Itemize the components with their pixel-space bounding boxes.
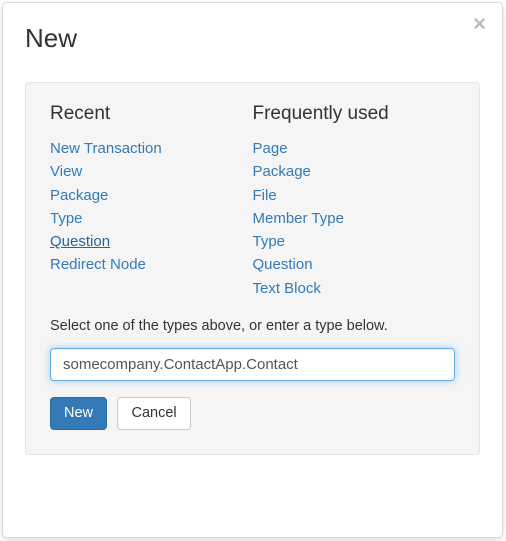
dialog-title: New [25,23,480,54]
dialog-header: New [3,3,502,82]
recent-item-type[interactable]: Type [50,207,83,230]
frequent-list: Page Package File Member Type Type Quest… [253,137,456,300]
frequent-item-question[interactable]: Question [253,253,313,276]
frequent-column: Frequently used Page Package File Member… [253,103,456,300]
frequent-item-member-type[interactable]: Member Type [253,207,344,230]
new-button[interactable]: New [50,397,107,430]
cancel-button[interactable]: Cancel [117,397,190,430]
frequent-item-text-block[interactable]: Text Block [253,277,321,300]
type-input[interactable] [50,348,455,381]
new-dialog: × New Recent New Transaction View Packag… [2,2,503,538]
recent-heading: Recent [50,103,253,125]
recent-item-package[interactable]: Package [50,184,108,207]
frequent-heading: Frequently used [253,103,456,125]
frequent-item-package[interactable]: Package [253,160,311,183]
recent-item-question[interactable]: Question [50,230,110,253]
frequent-item-page[interactable]: Page [253,137,288,160]
instruction-text: Select one of the types above, or enter … [50,318,455,334]
frequent-item-type[interactable]: Type [253,230,286,253]
dialog-body: Recent New Transaction View Package Type… [25,82,480,455]
recent-list: New Transaction View Package Type Questi… [50,137,253,277]
frequent-item-file[interactable]: File [253,184,277,207]
recent-column: Recent New Transaction View Package Type… [50,103,253,300]
recent-item-redirect-node[interactable]: Redirect Node [50,253,146,276]
button-row: New Cancel [50,397,455,430]
recent-item-view[interactable]: View [50,160,82,183]
recent-item-new-transaction[interactable]: New Transaction [50,137,162,160]
close-icon[interactable]: × [473,13,486,35]
